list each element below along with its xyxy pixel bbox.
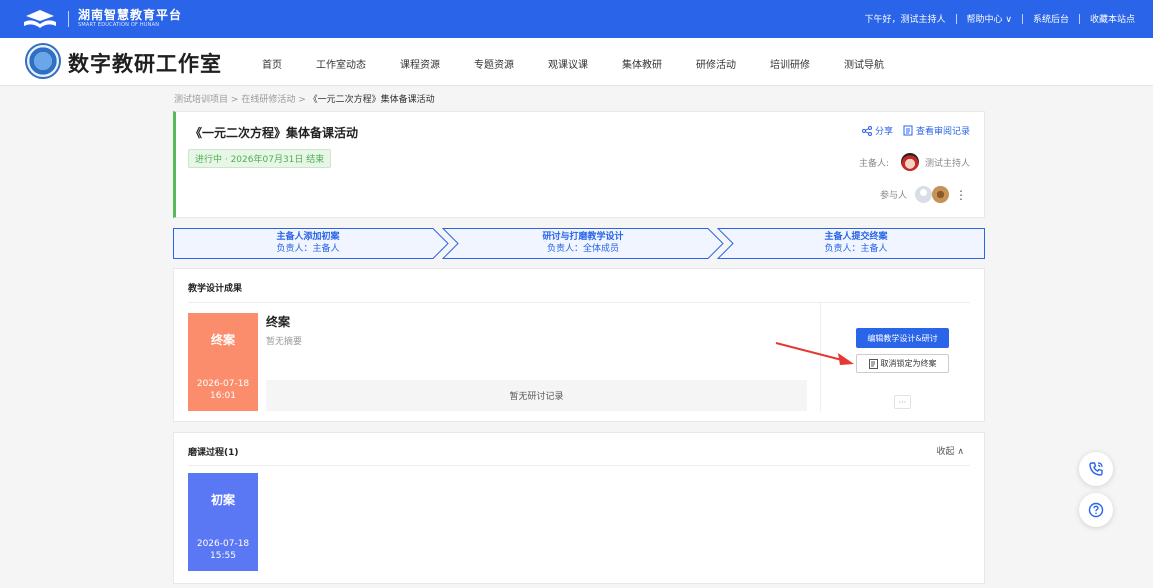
thumb-label: 初案: [210, 493, 235, 507]
nav-course-resources[interactable]: 课程资源: [400, 56, 440, 71]
file-name[interactable]: 终案: [266, 313, 290, 330]
thumb-datetime: 2026-07-18 16:01: [188, 378, 258, 402]
bookmark-link[interactable]: 收藏本站点: [1090, 12, 1135, 25]
top-bar: 湖南智慧教育平台 SMART EDUCATION OF HUNAN 下午好，测试…: [0, 0, 1153, 38]
topbar-links: 下午好，测试主持人 帮助中心 ∨ 系统后台 收藏本站点: [865, 12, 1135, 25]
studio-header: 数字教研工作室 首页 工作室动态 课程资源 专题资源 观课议课 集体教研 研修活…: [0, 38, 1153, 86]
divider: [1078, 13, 1080, 24]
file-lock-icon: [868, 358, 878, 369]
host-label: 主备人:: [858, 158, 889, 169]
phone-support-button[interactable]: [1079, 452, 1113, 486]
share-label: 分享: [874, 127, 893, 137]
status-badge: 进行中 · 2026年07月31日 结束: [188, 149, 332, 168]
thumb-time: 16:01: [210, 391, 236, 401]
thumb-time: 15:55: [210, 551, 236, 561]
nav-studio-news[interactable]: 工作室动态: [316, 56, 366, 71]
more-button[interactable]: ···: [894, 395, 911, 409]
participants: 参与人 ⋮: [879, 186, 967, 203]
studio-emblem-icon[interactable]: [25, 43, 61, 79]
step-owner: 负责人：主备人: [824, 244, 888, 254]
breadcrumb-item[interactable]: 在线研修活动: [241, 95, 295, 105]
step-owner: 负责人：主备人: [276, 244, 340, 254]
platform-name-en: SMART EDUCATION OF HUNAN: [78, 22, 160, 28]
thumb-datetime: 2026-07-18 15:55: [188, 538, 258, 562]
breadcrumb-separator: >: [230, 95, 239, 105]
host-avatar[interactable]: [900, 153, 919, 171]
workflow-steps: 主备人添加初案 负责人：主备人 研讨与打磨教学设计 负责人：全体成员 主备人提交…: [173, 228, 985, 259]
step-3[interactable]: 主备人提交终案 负责人：主备人: [728, 231, 984, 255]
greeting-link[interactable]: 下午好，测试主持人: [865, 12, 946, 25]
breadcrumb-item[interactable]: 测试培训项目: [174, 95, 228, 105]
phone-icon: [1089, 462, 1103, 476]
activity-title: 《一元二次方程》集体备课活动: [190, 126, 359, 140]
final-plan-thumbnail[interactable]: 终案 2026-07-18 16:01: [188, 313, 258, 411]
participant-avatar[interactable]: [915, 186, 932, 203]
divider: [188, 465, 970, 466]
view-record-label: 查看审阅记录: [915, 127, 970, 137]
divider: [188, 302, 970, 303]
participant-avatar[interactable]: [932, 186, 949, 203]
nav-training-activities[interactable]: 研修活动: [696, 56, 736, 71]
breadcrumb-separator: >: [298, 95, 306, 105]
nav-topic-resources[interactable]: 专题资源: [474, 56, 514, 71]
no-discussion-record: 暂无研讨记录: [266, 380, 807, 411]
platform-name: 湖南智慧教育平台: [78, 8, 183, 22]
document-icon: [903, 125, 913, 136]
help-button[interactable]: [1079, 493, 1113, 527]
question-icon: [1088, 502, 1104, 518]
step-owner: 负责人：全体成员: [546, 244, 619, 254]
nav-lesson-observation[interactable]: 观课议课: [548, 56, 588, 71]
host-info: 主备人: 测试主持人: [859, 153, 970, 171]
lesson-process-section: 磨课过程(1) 收起 ∧ 初案 2026-07-18 15:55: [173, 432, 985, 584]
share-icon: [861, 125, 872, 136]
help-center-menu[interactable]: 帮助中心 ∨: [967, 12, 1012, 25]
edit-design-button[interactable]: 编辑教学设计&研讨: [856, 328, 949, 348]
participants-label: 参与人: [879, 191, 907, 201]
divider: [955, 13, 957, 24]
draft-plan-thumbnail[interactable]: 初案 2026-07-18 15:55: [188, 473, 258, 571]
share-button[interactable]: 分享: [861, 124, 893, 137]
nav-test-navigation[interactable]: 测试导航: [844, 56, 884, 71]
view-record-button[interactable]: 查看审阅记录: [903, 124, 970, 137]
annotation-arrow-icon: [775, 342, 854, 365]
file-summary: 暂无摘要: [266, 337, 303, 347]
step-2[interactable]: 研讨与打磨教学设计 负责人：全体成员: [453, 231, 713, 255]
step-name: 研讨与打磨教学设计: [542, 232, 624, 242]
nav-training-study[interactable]: 培训研修: [770, 56, 810, 71]
thumb-date: 2026-07-18: [196, 539, 250, 549]
design-result-section: 教学设计成果 终案 2026-07-18 16:01 终案 暂无摘要 暂无研讨记…: [173, 268, 985, 422]
admin-link[interactable]: 系统后台: [1033, 12, 1069, 25]
thumb-date: 2026-07-18: [196, 379, 250, 389]
activity-card: 《一元二次方程》集体备课活动 进行中 · 2026年07月31日 结束 分享 查…: [173, 111, 985, 218]
divider: [1021, 13, 1023, 24]
breadcrumb-current: 《一元二次方程》集体备课活动: [308, 95, 435, 105]
thumb-label: 终案: [210, 333, 235, 347]
breadcrumb: 测试培训项目 > 在线研修活动 > 《一元二次方程》集体备课活动: [174, 92, 435, 105]
platform-logo-icon[interactable]: [22, 8, 58, 30]
step-name: 主备人提交终案: [824, 232, 888, 242]
cancel-lock-button[interactable]: 取消锁定为终案: [856, 354, 949, 373]
cancel-lock-label: 取消锁定为终案: [880, 359, 937, 368]
section-title: 磨课过程(1): [188, 448, 239, 458]
section-title: 教学设计成果: [188, 284, 243, 294]
nav-group-research[interactable]: 集体教研: [622, 56, 662, 71]
main-nav: 首页 工作室动态 课程资源 专题资源 观课议课 集体教研 研修活动 培训研修 测…: [262, 56, 918, 71]
nav-home[interactable]: 首页: [262, 56, 282, 71]
step-name: 主备人添加初案: [276, 232, 340, 242]
studio-title[interactable]: 数字教研工作室: [68, 48, 222, 78]
step-1[interactable]: 主备人添加初案 负责人：主备人: [173, 231, 443, 255]
collapse-toggle[interactable]: 收起 ∧: [937, 444, 964, 457]
brand-divider: [68, 11, 69, 27]
host-name: 测试主持人: [924, 158, 970, 169]
activity-actions: 分享 查看审阅记录: [852, 124, 970, 137]
more-vertical-icon[interactable]: ⋮: [955, 188, 967, 202]
